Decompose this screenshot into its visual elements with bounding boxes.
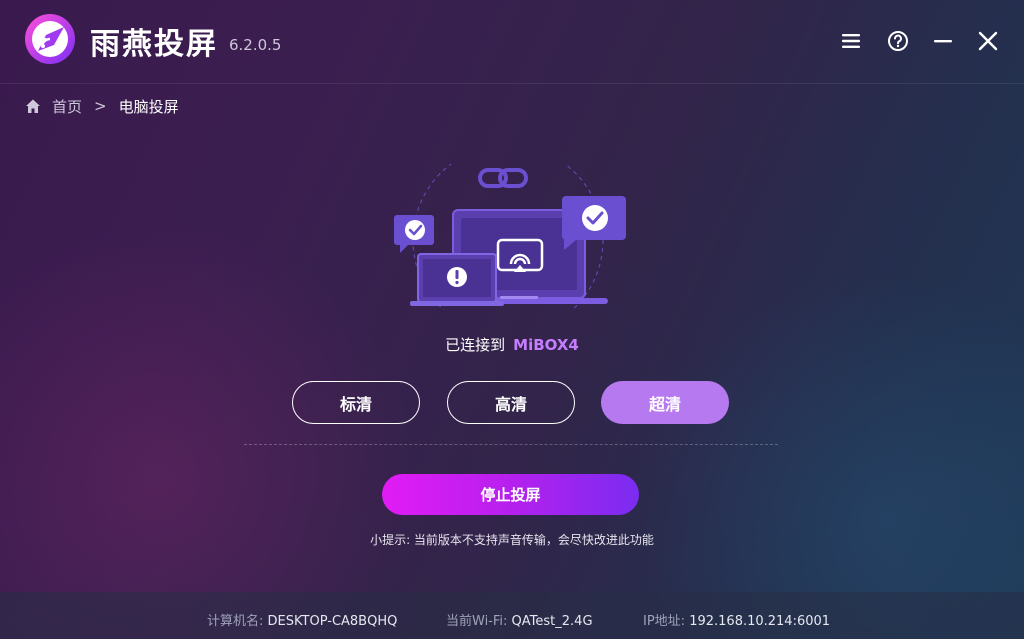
app-window: 雨燕投屏 6.2.0.5 首页 > 电脑投屏 已连接到 MiBOX4 标清 高清…: [0, 0, 1024, 639]
quality-high-button[interactable]: 高清: [447, 381, 575, 424]
check-bubble-icon: [562, 196, 626, 250]
connection-status-label: 已连接到: [445, 336, 506, 354]
tip-text: 小提示: 当前版本不支持声音传输，会尽快改进此功能: [370, 533, 654, 547]
wifi-info: 当前Wi-Fi: QATest_2.4G: [446, 610, 593, 629]
ip-info: IP地址: 192.168.10.214:6001: [643, 610, 830, 629]
wifi-label: 当前Wi-Fi:: [446, 614, 508, 629]
quality-standard-button[interactable]: 标清: [292, 381, 420, 424]
computer-name-info: 计算机名: DESKTOP-CA8BQHQ: [207, 610, 397, 629]
stop-mirroring-button[interactable]: 停止投屏: [382, 474, 639, 515]
computer-name-value: DESKTOP-CA8BQHQ: [267, 614, 398, 629]
check-bubble-icon: [394, 215, 434, 253]
ip-value: 192.168.10.214:6001: [689, 614, 831, 629]
app-title: 雨燕投屏: [90, 27, 218, 62]
screen-mirror-illustration: [390, 144, 630, 336]
ip-label: IP地址:: [643, 614, 686, 629]
close-icon[interactable]: [974, 27, 1002, 55]
title-bar: 雨燕投屏 6.2.0.5: [0, 0, 1024, 84]
computer-name-label: 计算机名:: [207, 614, 264, 629]
status-footer: 计算机名: DESKTOP-CA8BQHQ 当前Wi-Fi: QATest_2.…: [0, 592, 1024, 639]
wifi-value: QATest_2.4G: [511, 614, 593, 629]
breadcrumb: 首页 > 电脑投屏: [24, 96, 179, 116]
app-version: 6.2.0.5: [229, 36, 282, 54]
menu-icon[interactable]: [837, 27, 865, 55]
home-icon[interactable]: [24, 97, 42, 115]
divider: [244, 444, 778, 445]
connection-status: 已连接到 MiBOX4: [0, 334, 1024, 355]
breadcrumb-home[interactable]: 首页: [52, 96, 82, 117]
breadcrumb-current: 电脑投屏: [118, 97, 179, 116]
minimize-icon[interactable]: [929, 27, 957, 55]
help-icon[interactable]: [884, 27, 912, 55]
connected-device-name: MiBOX4: [513, 336, 579, 354]
quality-ultra-button[interactable]: 超清: [601, 381, 729, 424]
link-icon: [478, 168, 528, 188]
breadcrumb-separator: >: [94, 97, 107, 115]
app-logo-icon: [24, 13, 76, 65]
